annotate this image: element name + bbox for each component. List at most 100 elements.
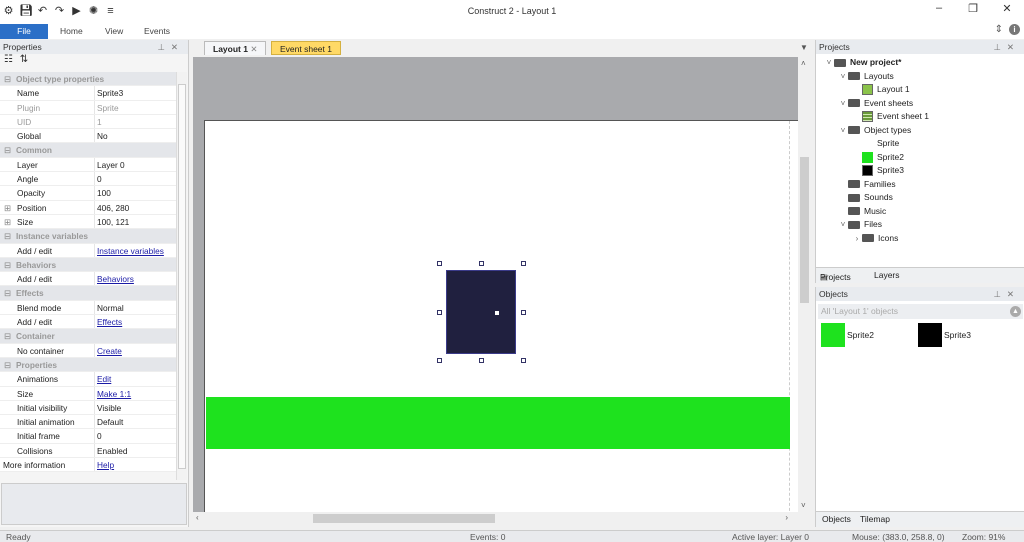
scroll-up-icon[interactable]: ˄ <box>801 59 806 68</box>
property-value[interactable]: Instance variables <box>95 244 164 257</box>
resize-handle[interactable] <box>479 358 484 363</box>
tree-node[interactable]: Music <box>816 205 929 219</box>
property-value[interactable]: Edit <box>95 372 111 385</box>
property-row[interactable]: Layer Layer 0 <box>0 157 176 173</box>
restore-button[interactable]: ❐ <box>956 2 990 15</box>
tab-layers[interactable]: Layers <box>874 270 900 280</box>
property-row[interactable]: ⊞ Position 406, 280 <box>0 200 176 215</box>
property-row[interactable]: Name Sprite3 <box>0 86 176 101</box>
ribbon-tab-file[interactable]: File <box>0 24 48 39</box>
resize-handle[interactable] <box>437 358 442 363</box>
property-row[interactable]: Global No <box>0 129 176 144</box>
property-row[interactable]: Initial visibility Visible <box>0 400 176 416</box>
properties-scrollbar[interactable] <box>176 72 187 480</box>
resize-handle[interactable] <box>479 261 484 266</box>
tab-list-dropdown-icon[interactable]: ▼ <box>800 43 808 52</box>
property-row[interactable]: Initial frame 0 <box>0 429 176 444</box>
property-value[interactable]: Make 1:1 <box>95 387 131 400</box>
property-row[interactable]: Add / edit Behaviors <box>0 272 176 287</box>
object-item-sprite2[interactable]: Sprite2 <box>821 323 874 347</box>
resize-handle[interactable] <box>437 261 442 266</box>
chevron-down-icon[interactable]: ˅ <box>838 124 848 138</box>
scroll-thumb[interactable] <box>313 514 495 523</box>
close-button[interactable]: ✕ <box>990 2 1024 15</box>
resize-handle[interactable] <box>521 309 526 315</box>
property-value[interactable]: Effects <box>95 315 122 328</box>
property-row[interactable]: ⊞ Size 100, 121 <box>0 214 176 230</box>
property-category[interactable]: ⊟ Properties <box>0 357 176 373</box>
tree-node[interactable]: ˅ New project* <box>816 56 929 70</box>
property-category[interactable]: ⊟ Instance variables <box>0 229 176 244</box>
property-value[interactable]: Create <box>95 344 122 357</box>
property-row[interactable]: Size Make 1:1 <box>0 386 176 401</box>
tab-objects[interactable]: Objects <box>822 514 851 524</box>
tree-node[interactable]: ˅ Files <box>816 218 929 232</box>
collapse-icon[interactable]: ⊟ <box>4 329 12 342</box>
chevron-down-icon[interactable]: ˅ <box>838 97 848 111</box>
tree-node[interactable]: Layout 1 <box>816 83 929 97</box>
expand-icon[interactable]: ⊞ <box>4 201 12 215</box>
panel-controls[interactable]: ⊥✕ <box>157 40 184 54</box>
tree-node[interactable]: ˅ Layouts <box>816 70 929 84</box>
collapse-icon[interactable]: ⊟ <box>4 286 12 299</box>
sort-alpha-icon[interactable]: ⇅ <box>20 54 28 65</box>
resize-handle[interactable] <box>521 261 526 266</box>
ribbon-collapse-icon[interactable]: ⇕ <box>995 24 1003 35</box>
property-row[interactable]: Initial animation Default <box>0 415 176 430</box>
expand-icon[interactable]: ⊞ <box>4 215 12 229</box>
layout-canvas[interactable] <box>193 57 798 512</box>
resize-handle[interactable] <box>437 309 442 315</box>
close-tab-icon[interactable]: ✕ <box>250 44 257 54</box>
scroll-thumb[interactable] <box>800 157 809 303</box>
tab-layout-1[interactable]: Layout 1 ✕ <box>204 41 267 55</box>
property-category[interactable]: ⊟ Object type properties <box>0 72 176 87</box>
collapse-icon[interactable]: ⊟ <box>4 72 12 85</box>
tree-node[interactable]: ˅ Object types <box>816 124 929 138</box>
ribbon-tab-home[interactable]: Home <box>60 24 83 39</box>
panel-controls[interactable]: ⊥✕ <box>993 40 1020 54</box>
collapse-icon[interactable]: ⊟ <box>4 229 12 242</box>
tab-tilemap[interactable]: Tilemap <box>860 514 890 524</box>
panel-controls[interactable]: ⊥✕ <box>993 287 1020 301</box>
collapse-icon[interactable]: ⊟ <box>4 358 12 371</box>
minimize-button[interactable]: – <box>922 2 956 15</box>
sprite2-instance[interactable] <box>206 397 790 449</box>
property-row[interactable]: Blend mode Normal <box>0 300 176 316</box>
tree-node[interactable]: Sprite <box>816 137 929 151</box>
layout-area[interactable] <box>204 120 798 512</box>
property-row[interactable]: Add / edit Effects <box>0 315 176 330</box>
info-icon[interactable]: i <box>1009 24 1020 35</box>
property-category[interactable]: ⊟ Behaviors <box>0 257 176 273</box>
tree-node[interactable]: › Icons <box>816 232 929 246</box>
object-item-sprite3[interactable]: Sprite3 <box>918 323 971 347</box>
property-row[interactable]: Animations Edit <box>0 372 176 387</box>
categorized-icon[interactable]: ☷ <box>4 54 13 65</box>
ribbon-tab-events[interactable]: Events <box>144 24 170 39</box>
property-category[interactable]: ⊟ Common <box>0 143 176 158</box>
property-row[interactable]: More information Help <box>0 458 176 473</box>
editor-horizontal-scrollbar[interactable]: ‹ › <box>193 512 798 525</box>
property-row[interactable]: Opacity 100 <box>0 186 176 201</box>
chevron-right-icon[interactable]: › <box>852 232 862 246</box>
chevron-down-icon[interactable]: ˅ <box>838 70 848 84</box>
tree-node[interactable]: Families <box>816 178 929 192</box>
scroll-right-icon[interactable]: › <box>785 513 788 522</box>
collapse-icon[interactable]: ⊟ <box>4 143 12 156</box>
property-value[interactable]: Behaviors <box>95 272 134 285</box>
property-value[interactable]: Help <box>95 458 114 471</box>
resize-handle[interactable] <box>521 358 526 363</box>
scroll-left-icon[interactable]: ‹ <box>196 513 199 522</box>
property-row[interactable]: No container Create <box>0 343 176 358</box>
up-folder-icon[interactable]: ▲ <box>1010 306 1021 317</box>
property-row[interactable]: Plugin Sprite <box>0 100 176 115</box>
tab-event-sheet-1[interactable]: Event sheet 1 <box>271 41 341 55</box>
scroll-down-icon[interactable]: ˅ <box>801 501 806 510</box>
tree-node[interactable]: Sprite3 <box>816 164 929 178</box>
property-category[interactable]: ⊟ Effects <box>0 286 176 301</box>
property-row[interactable]: UID 1 <box>0 114 176 130</box>
ribbon-tab-view[interactable]: View <box>105 24 123 39</box>
tree-node[interactable]: Sounds <box>816 191 929 205</box>
sprite3-instance[interactable] <box>446 270 516 354</box>
property-row[interactable]: Angle 0 <box>0 172 176 187</box>
property-category[interactable]: ⊟ Container <box>0 329 176 344</box>
